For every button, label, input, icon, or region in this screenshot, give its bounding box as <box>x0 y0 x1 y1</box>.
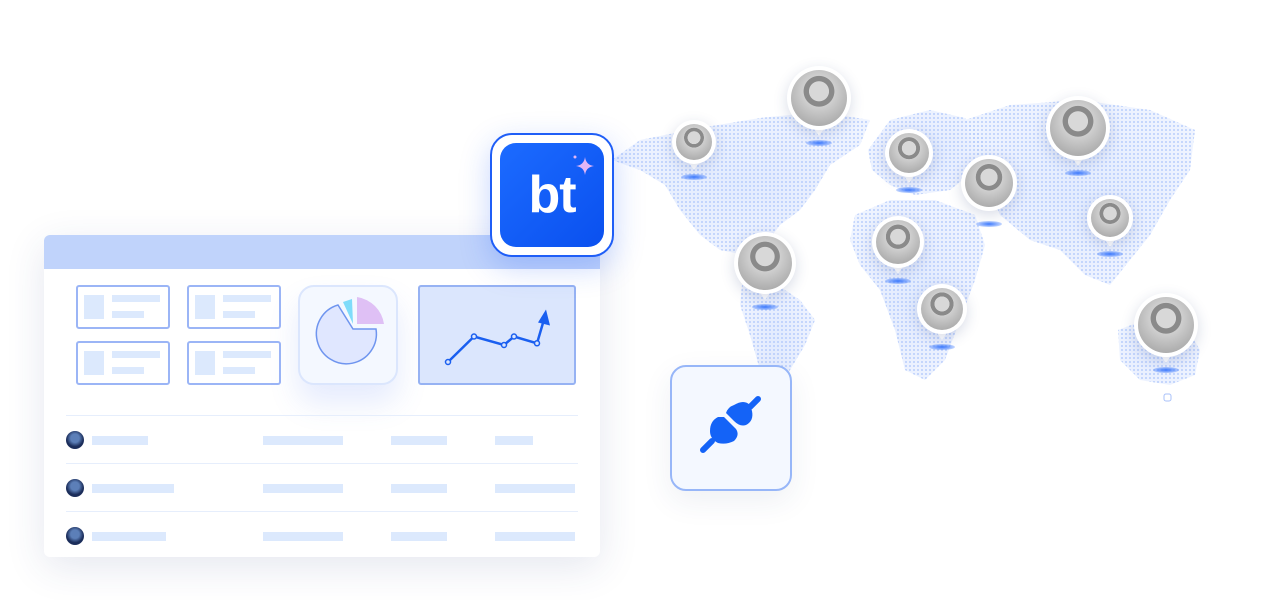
cell-placeholder <box>92 436 148 445</box>
table-divider <box>66 415 578 416</box>
cell-placeholder <box>495 484 575 493</box>
stat-card[interactable] <box>76 285 170 329</box>
cell-placeholder <box>495 532 575 541</box>
integration-card[interactable] <box>670 365 792 491</box>
cell-placeholder <box>92 484 174 493</box>
user-avatar <box>676 124 712 160</box>
trend-point <box>444 358 452 366</box>
user-avatar <box>921 288 963 330</box>
avatar <box>66 527 84 545</box>
table-row[interactable] <box>66 479 586 499</box>
avatar <box>66 479 84 497</box>
table-row[interactable] <box>66 527 586 547</box>
bt-app-logo[interactable]: bt <box>490 133 614 257</box>
trend-chart <box>444 309 550 366</box>
trend-line <box>447 319 546 363</box>
stat-card[interactable] <box>76 341 170 385</box>
cell-placeholder <box>92 532 166 541</box>
sparkle-icon <box>573 155 594 175</box>
table-row[interactable] <box>66 431 586 451</box>
pie-chart <box>315 297 384 365</box>
trend-point <box>470 333 478 340</box>
cell-placeholder <box>263 532 343 541</box>
cell-placeholder <box>495 436 533 445</box>
dashboard-window <box>44 235 600 557</box>
trend-chart-card[interactable] <box>418 285 576 385</box>
trend-point <box>533 340 541 347</box>
user-avatar <box>738 236 792 290</box>
plug-connect-icon <box>700 396 761 453</box>
cell-placeholder <box>263 436 343 445</box>
stat-card[interactable] <box>187 285 281 329</box>
pie-slice-purple <box>357 297 384 324</box>
avatar <box>66 431 84 449</box>
user-avatar <box>1050 100 1106 156</box>
pie-chart-card[interactable] <box>298 285 398 385</box>
trend-point <box>510 333 518 340</box>
cell-placeholder <box>263 484 343 493</box>
table-divider <box>66 463 578 464</box>
user-avatar <box>889 133 929 173</box>
user-avatar <box>791 70 847 126</box>
cell-placeholder <box>391 436 447 445</box>
stat-card[interactable] <box>187 341 281 385</box>
user-avatar <box>1138 297 1194 353</box>
table-divider <box>66 511 578 512</box>
map-island <box>1163 393 1172 402</box>
user-avatar <box>965 159 1013 207</box>
trend-point <box>500 341 508 349</box>
trend-arrow-icon <box>538 309 550 326</box>
cell-placeholder <box>391 532 447 541</box>
user-avatar <box>1091 199 1129 237</box>
user-avatar <box>876 220 920 264</box>
cell-placeholder <box>391 484 447 493</box>
